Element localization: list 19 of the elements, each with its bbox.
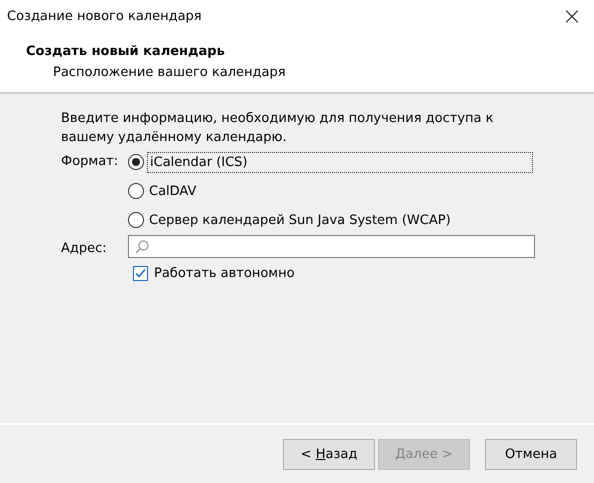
window-title: Создание нового календаря [7,8,202,24]
dialog-button[interactable]: Отмена [485,438,577,470]
intro-text: Введите информацию, необходимую для получения доступа к вашему удалённому календарю. [61,110,494,147]
format-label: Формат: [61,153,120,171]
address-label: Адрес: [61,240,108,256]
search-icon [135,240,149,254]
dialog-button[interactable]: < Назад [283,438,375,470]
close-button[interactable]: × [558,4,586,28]
checkbox[interactable] [133,266,148,281]
radio-label[interactable]: Сервер календарей Sun Java System (WCAP) [147,210,453,230]
radio-button[interactable] [128,212,144,228]
address-field[interactable] [128,235,535,258]
radio-button[interactable] [128,154,144,170]
radio-label[interactable]: iCalendar (ICS) [147,152,533,172]
checkbox-label[interactable]: Работать автономно [152,264,297,283]
page-title: Создать новый календарь [26,44,226,59]
radio-button[interactable] [128,183,144,199]
radio-label[interactable]: CalDAV [147,182,198,200]
page-subtitle: Расположение вашего календаря [53,65,287,80]
